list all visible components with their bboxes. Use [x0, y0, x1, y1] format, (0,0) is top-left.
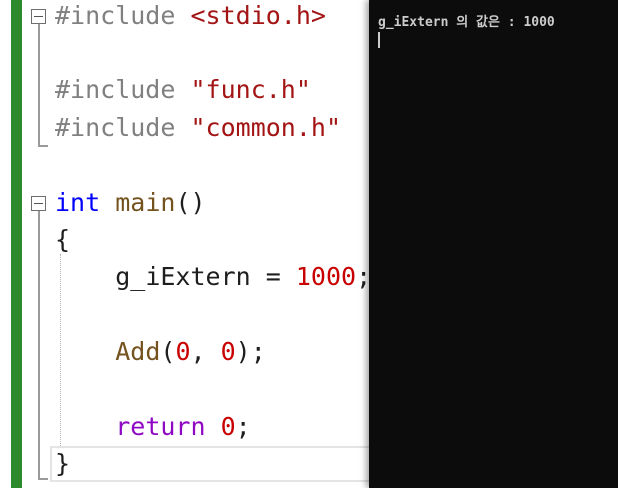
code-line-include-stdio[interactable]: #include <stdio.h>	[55, 0, 326, 34]
console-window[interactable]: g_iExtern 의 값은 : 1000	[369, 0, 618, 488]
argument-1: 0	[175, 337, 191, 366]
include-header: "func.h"	[190, 75, 311, 104]
parameter-list: ()	[175, 188, 206, 217]
code-line-include-common[interactable]: #include "common.h"	[55, 110, 341, 146]
code-line-add-call[interactable]: Add(0, 0);	[55, 334, 266, 370]
main-block-outline-end	[38, 478, 48, 480]
include-header: <stdio.h>	[190, 1, 326, 30]
code-editor[interactable]: #include <stdio.h> #include "func.h" #in…	[0, 0, 370, 488]
code-line-open-brace[interactable]: {	[55, 222, 70, 258]
assign-operator: =	[250, 262, 296, 291]
code-line-main-signature[interactable]: int main()	[55, 185, 206, 221]
code-line-assignment[interactable]: g_iExtern = 1000;	[55, 259, 370, 295]
code-line-return[interactable]: return 0;	[55, 409, 251, 445]
change-tracking-bar	[11, 0, 22, 488]
code-line-include-func[interactable]: #include "func.h"	[55, 72, 311, 108]
include-header: "common.h"	[190, 113, 341, 142]
collapse-main-block-icon[interactable]	[31, 196, 46, 211]
console-output-text: g_iExtern 의 값은 : 1000	[378, 15, 555, 30]
include-block-outline	[38, 24, 40, 146]
statement-end: ;	[235, 412, 251, 441]
call-open-paren: (	[160, 337, 176, 366]
number-literal: 1000	[295, 262, 357, 291]
main-block-outline	[38, 211, 40, 479]
statement-end: ;	[356, 262, 370, 291]
function-name: main	[115, 188, 176, 217]
collapse-include-block-icon[interactable]	[31, 9, 46, 24]
variable-name: g_iExtern	[115, 262, 251, 291]
console-cursor	[378, 32, 380, 48]
return-type: int	[55, 188, 101, 217]
argument-separator: ,	[190, 337, 221, 366]
preprocessor-directive: #include	[55, 113, 176, 142]
preprocessor-directive: #include	[55, 1, 176, 30]
code-line-close-brace[interactable]: }	[55, 446, 70, 482]
return-value: 0	[220, 412, 236, 441]
include-block-outline-end	[38, 145, 48, 147]
current-line-highlight	[50, 446, 370, 482]
preprocessor-directive: #include	[55, 75, 176, 104]
return-keyword: return	[115, 412, 206, 441]
function-call-name: Add	[115, 337, 161, 366]
call-close: );	[235, 337, 266, 366]
argument-2: 0	[220, 337, 236, 366]
